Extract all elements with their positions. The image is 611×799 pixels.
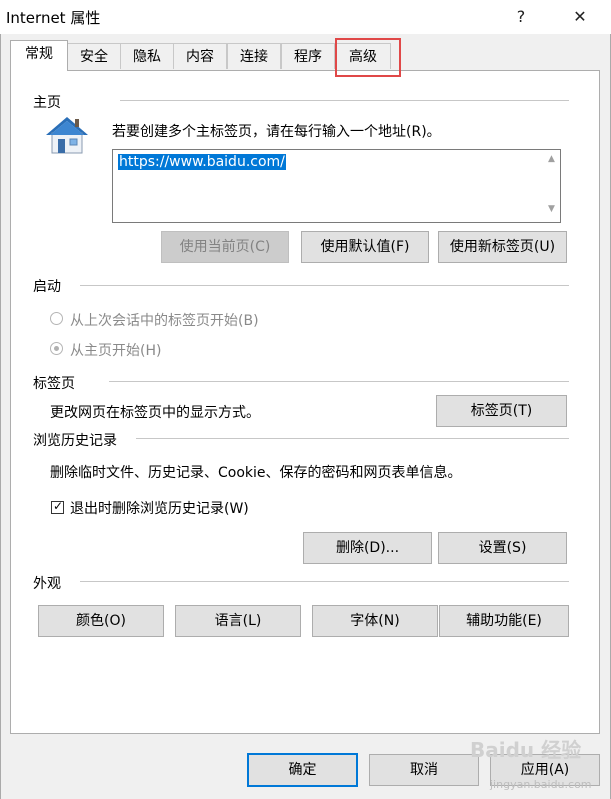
watermark-logo: Baidu 经验 bbox=[470, 738, 582, 762]
radio-selected-dot bbox=[54, 346, 59, 351]
history-divider bbox=[136, 438, 569, 439]
startup-divider bbox=[80, 285, 569, 286]
appearance-divider bbox=[80, 581, 569, 582]
window-border-left bbox=[0, 34, 1, 799]
radio-last-session[interactable] bbox=[50, 312, 63, 325]
fonts-button[interactable]: 字体(N) bbox=[312, 605, 438, 637]
homepage-section-label: 主页 bbox=[33, 95, 61, 111]
history-description: 删除临时文件、历史记录、Cookie、保存的密码和网页表单信息。 bbox=[50, 465, 462, 481]
cancel-button[interactable]: 取消 bbox=[369, 754, 479, 786]
homepage-divider bbox=[120, 100, 569, 101]
home-icon bbox=[44, 115, 90, 155]
radio-last-session-label: 从上次会话中的标签页开始(B) bbox=[70, 313, 259, 329]
scroll-up-icon[interactable]: ▲ bbox=[543, 154, 560, 164]
ok-button[interactable]: 确定 bbox=[247, 753, 358, 787]
tabs-description: 更改网页在标签页中的显示方式。 bbox=[50, 405, 260, 421]
startup-section-label: 启动 bbox=[33, 279, 61, 295]
homepage-url-textarea[interactable]: https://www.baidu.com/ ▲ ▼ bbox=[112, 149, 561, 223]
watermark-url: jingyan.baidu.com bbox=[490, 778, 592, 791]
tab-connections[interactable]: 连接 bbox=[227, 43, 281, 69]
history-section-label: 浏览历史记录 bbox=[33, 433, 117, 449]
textarea-scrollbar[interactable]: ▲ ▼ bbox=[543, 150, 560, 222]
languages-button[interactable]: 语言(L) bbox=[175, 605, 301, 637]
homepage-instruction: 若要创建多个主标签页，请在每行输入一个地址(R)。 bbox=[112, 124, 441, 140]
delete-on-exit-checkbox[interactable]: ✓ bbox=[51, 499, 64, 514]
radio-homepage-label: 从主页开始(H) bbox=[70, 343, 162, 359]
help-button[interactable]: ? bbox=[506, 4, 536, 30]
tab-privacy[interactable]: 隐私 bbox=[120, 43, 174, 69]
tabs-divider bbox=[109, 381, 569, 382]
tabs-section-label: 标签页 bbox=[33, 376, 75, 392]
radio-homepage[interactable] bbox=[50, 342, 63, 355]
close-button[interactable]: ✕ bbox=[565, 4, 595, 30]
tab-general[interactable]: 常规 bbox=[10, 40, 68, 71]
homepage-url-value: https://www.baidu.com/ bbox=[118, 154, 286, 170]
checkmark-icon: ✓ bbox=[53, 499, 64, 513]
use-new-tab-button[interactable]: 使用新标签页(U) bbox=[438, 231, 567, 263]
use-current-button[interactable]: 使用当前页(C) bbox=[161, 231, 289, 263]
history-settings-button[interactable]: 设置(S) bbox=[438, 532, 567, 564]
tabs-settings-button[interactable]: 标签页(T) bbox=[436, 395, 567, 427]
scroll-down-icon[interactable]: ▼ bbox=[543, 204, 560, 214]
window-title: Internet 属性 bbox=[6, 9, 101, 27]
advanced-tab-highlight bbox=[335, 38, 401, 77]
appearance-section-label: 外观 bbox=[33, 576, 61, 592]
accessibility-button[interactable]: 辅助功能(E) bbox=[439, 605, 569, 637]
colors-button[interactable]: 颜色(O) bbox=[38, 605, 164, 637]
delete-on-exit-label: 退出时删除浏览历史记录(W) bbox=[70, 501, 249, 517]
tab-security[interactable]: 安全 bbox=[67, 43, 121, 69]
use-default-button[interactable]: 使用默认值(F) bbox=[301, 231, 429, 263]
delete-history-button[interactable]: 删除(D)... bbox=[303, 532, 432, 564]
tab-programs[interactable]: 程序 bbox=[281, 43, 335, 69]
tab-content[interactable]: 内容 bbox=[173, 43, 227, 69]
